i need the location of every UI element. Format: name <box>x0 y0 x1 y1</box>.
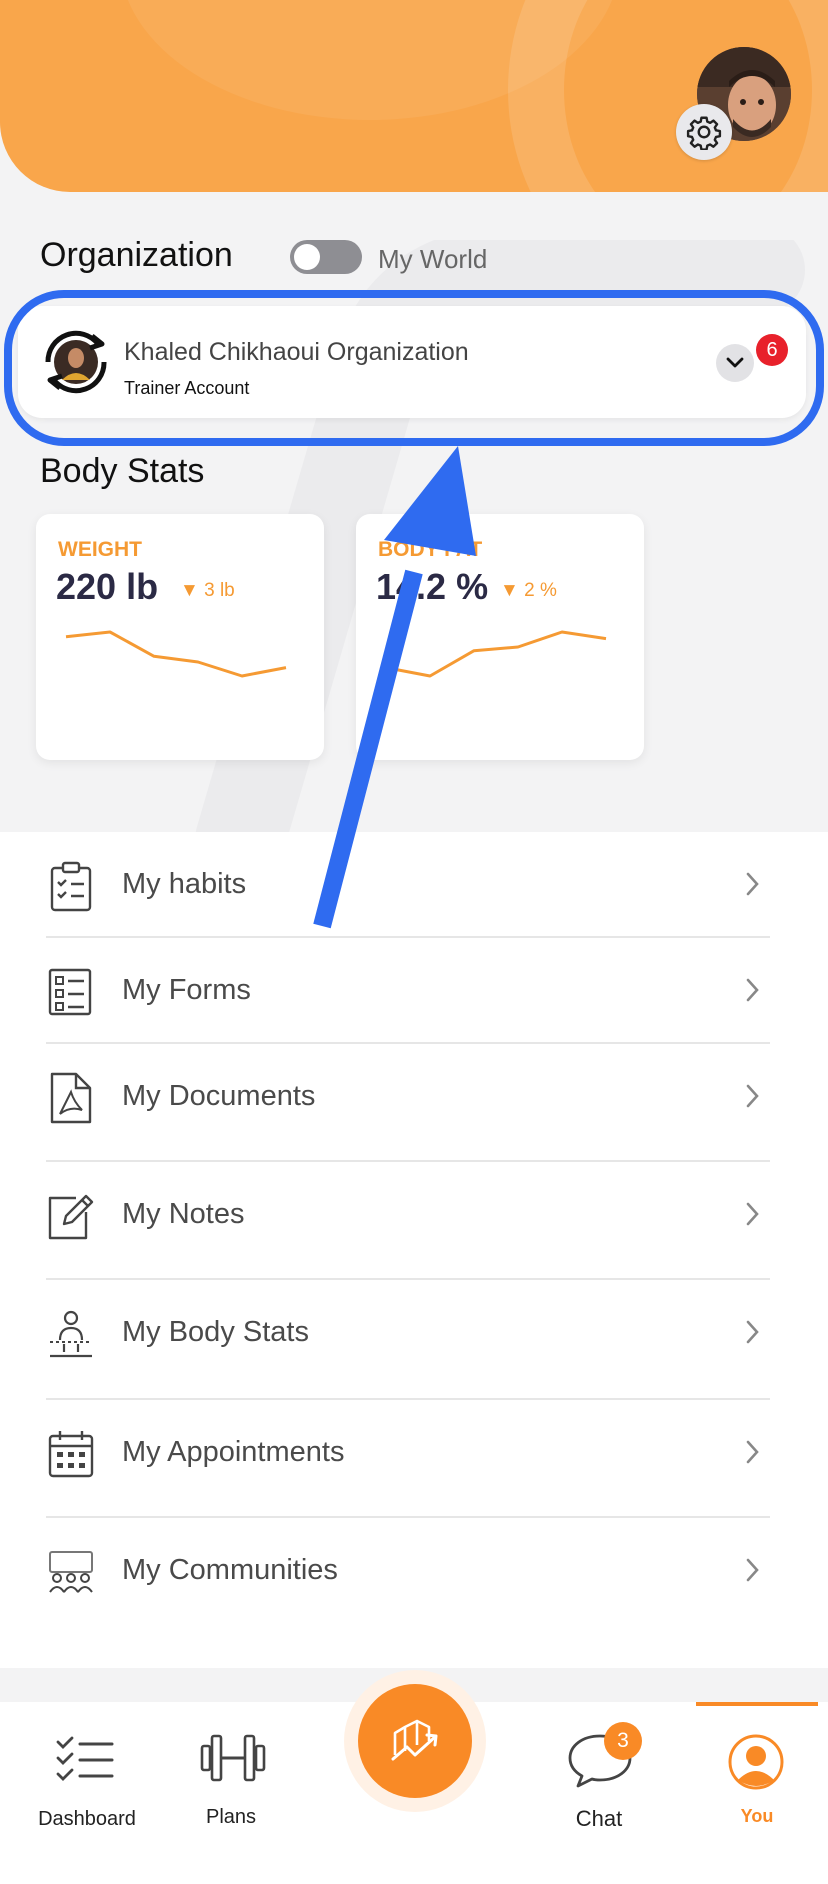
body-measure-icon <box>50 1310 92 1358</box>
chevron-right-icon <box>746 1084 759 1108</box>
account-menu: My habits My Forms My Documents My Notes… <box>0 832 828 1668</box>
calendar-icon <box>48 1431 94 1478</box>
weight-sparkline-line <box>65 630 287 678</box>
body-fat-sparkline <box>385 630 607 678</box>
menu-item-my-documents[interactable]: My Documents <box>0 1044 828 1162</box>
stat-label: WEIGHT <box>58 538 142 561</box>
checklist-icon <box>56 1736 114 1781</box>
stat-delta-value: 3 lb <box>204 580 235 601</box>
nav-label: Chat <box>575 1806 623 1831</box>
toggle-knob <box>294 244 320 270</box>
settings-button[interactable] <box>676 104 732 160</box>
chevron-down-icon <box>726 357 744 368</box>
my-world-label: My World <box>378 244 488 274</box>
menu-item-my-notes[interactable]: My Notes <box>0 1162 828 1280</box>
chat-badge: 3 <box>604 1722 642 1760</box>
organization-title: Organization <box>40 236 233 274</box>
organization-selector[interactable]: Khaled Chikhaoui Organization Trainer Ac… <box>18 306 806 418</box>
account-type: Trainer Account <box>124 378 250 398</box>
menu-item-my-habits[interactable]: My habits <box>0 832 828 938</box>
down-triangle-icon: ▼ <box>180 580 199 601</box>
chevron-right-icon <box>746 1202 759 1226</box>
community-icon <box>49 1551 93 1593</box>
form-checklist-icon <box>48 968 92 1016</box>
user-profile-icon <box>728 1734 784 1790</box>
nav-label: Dashboard <box>38 1808 136 1830</box>
chevron-right-icon <box>746 872 759 896</box>
menu-item-my-body-stats[interactable]: My Body Stats <box>0 1280 828 1400</box>
menu-item-label: My Forms <box>122 974 251 1006</box>
org-dropdown-button[interactable] <box>716 344 754 382</box>
notification-badge: 6 <box>756 334 788 366</box>
nav-you[interactable]: You <box>710 1702 804 1884</box>
dumbbell-icon <box>200 1734 266 1782</box>
stat-label: BODY FAT <box>378 538 483 561</box>
menu-item-label: My habits <box>122 868 247 900</box>
chevron-right-icon <box>746 978 759 1002</box>
clipboard-checklist-icon <box>50 861 92 912</box>
chevron-right-icon <box>746 1558 759 1582</box>
menu-item-my-communities[interactable]: My Communities <box>0 1518 828 1636</box>
nav-label: You <box>740 1806 774 1826</box>
gear-icon <box>686 116 722 150</box>
organization-logo <box>45 330 107 394</box>
menu-item-label: My Appointments <box>122 1436 345 1468</box>
chevron-right-icon <box>746 1320 759 1344</box>
center-action-inner <box>358 1684 472 1798</box>
stat-value: 14.2 % <box>376 566 489 607</box>
stat-value: 220 lb <box>56 566 159 607</box>
chevron-right-icon <box>746 1440 759 1464</box>
nav-plans[interactable]: Plans <box>186 1702 276 1884</box>
organization-name: Khaled Chikhaoui Organization <box>124 338 469 366</box>
menu-item-my-forms[interactable]: My Forms <box>0 938 828 1044</box>
center-action-button[interactable] <box>344 1670 486 1812</box>
nav-label: Plans <box>205 1806 257 1828</box>
stat-delta: ▼ 3 lb <box>180 580 235 602</box>
stat-delta-value: 2 % <box>524 580 557 601</box>
pdf-document-icon <box>50 1072 92 1124</box>
nav-dashboard[interactable]: Dashboard <box>24 1702 150 1884</box>
body-fat-stat-card[interactable]: BODY FAT 14.2 % ▼ 2 % <box>356 514 644 760</box>
menu-item-label: My Notes <box>122 1198 245 1230</box>
menu-item-label: My Communities <box>122 1554 338 1586</box>
menu-item-my-appointments[interactable]: My Appointments <box>0 1400 828 1518</box>
stat-delta: ▼ 2 % <box>500 580 557 602</box>
down-triangle-icon: ▼ <box>500 580 519 601</box>
body-fat-sparkline-line <box>385 630 607 678</box>
menu-item-label: My Documents <box>122 1080 316 1112</box>
weight-stat-card[interactable]: WEIGHT 220 lb ▼ 3 lb <box>36 514 324 760</box>
progress-chart-icon <box>391 1719 438 1761</box>
menu-item-label: My Body Stats <box>122 1316 309 1348</box>
weight-sparkline <box>65 630 287 678</box>
edit-note-icon <box>48 1194 94 1240</box>
my-world-toggle[interactable] <box>290 240 362 274</box>
body-stats-title: Body Stats <box>40 452 205 490</box>
